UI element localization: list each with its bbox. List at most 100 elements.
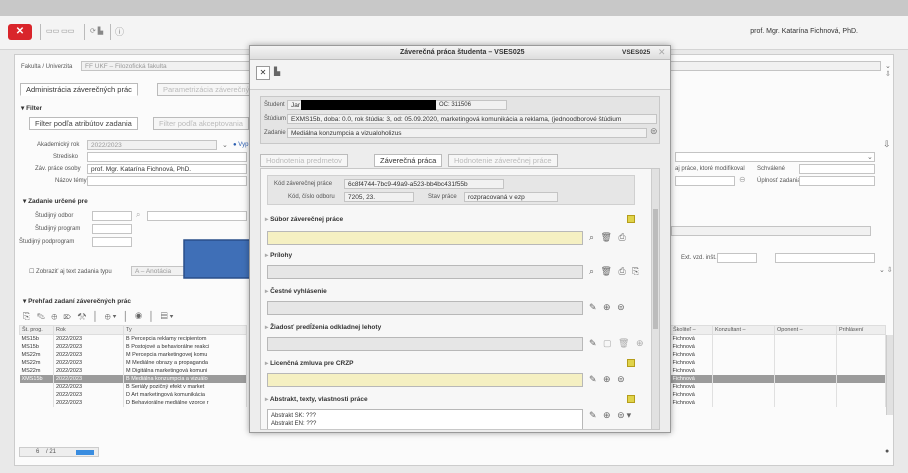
ext-name-input[interactable] [775, 253, 875, 263]
abstract-field[interactable]: Abstrakt SK: ??? Abstrakt EN: ??? [267, 409, 583, 429]
cell-type: M [126, 359, 131, 366]
table-row-selected[interactable]: Fichnová [670, 374, 886, 383]
table-row[interactable]: Fichnová [670, 366, 886, 375]
close-icon[interactable]: ✕ [658, 47, 666, 58]
attachments-field[interactable] [267, 265, 583, 279]
column-header[interactable]: Rok [53, 325, 124, 335]
declaration-actions[interactable]: ✎ ⊕ ⊜ [589, 302, 627, 313]
completeness-select[interactable] [799, 176, 875, 186]
clear-icon[interactable]: ⊖ [739, 175, 746, 184]
license-field[interactable] [267, 373, 583, 387]
subprogram-input[interactable] [92, 237, 132, 247]
table-row-selected[interactable]: XMS15b 2022/2023 B Mediálna konzumpcia a v… [19, 374, 247, 383]
chart-icon[interactable]: ▙ [274, 67, 280, 76]
extension-actions[interactable]: ✎ ▢ 🗑 ⊕ [589, 338, 646, 349]
chevron-down-icon[interactable]: ⌄ ⇩ [879, 266, 893, 274]
column-header[interactable]: Prihlásení [836, 325, 886, 335]
field-input[interactable] [92, 211, 132, 221]
program-input[interactable] [92, 224, 132, 234]
declaration-field[interactable] [267, 301, 583, 315]
chevron-down-icon[interactable]: ⌄ [222, 141, 228, 149]
download-icon[interactable]: ⇩ [883, 139, 891, 150]
file-actions[interactable]: ⌕ 🗑 ⎙ [589, 232, 628, 243]
dialog-scrollbar[interactable] [651, 169, 659, 429]
right-select[interactable] [675, 152, 875, 162]
table-row[interactable]: 2022/2023 D Art marketingová komunikácia [19, 390, 247, 399]
cell: Fichnová [670, 382, 713, 391]
column-header[interactable]: Konzultant – [712, 325, 775, 335]
cell-title: Percepcia marketingovej komu [132, 351, 208, 358]
cell: 2022/2023 [53, 334, 124, 343]
table-row[interactable]: Fichnová [670, 350, 886, 359]
extension-field[interactable] [267, 337, 583, 351]
close-button[interactable]: ✕ [8, 24, 32, 40]
table-scrollbar[interactable] [886, 335, 893, 415]
student-info: Študent Jar OC: 311506 Štúdium EXMS15b, … [260, 96, 660, 144]
table-row[interactable]: MS15b 2022/2023 B Postojové a behaviorálne… [19, 342, 247, 351]
cell: MS22m [19, 358, 54, 367]
tab-administration[interactable]: Administrácia záverečných prác [20, 83, 138, 96]
assignment-input[interactable]: Mediálna konzumpcia a vizualoholizus [287, 128, 647, 138]
globe-icon[interactable]: ⊜ [650, 126, 658, 137]
close-button[interactable]: ✕ [256, 66, 270, 80]
refresh-icon[interactable]: ⟳ ▙ [90, 25, 103, 39]
study-input[interactable]: EXMS15b, doba: 0.0, rok štúdia: 3, od: 0… [287, 114, 657, 124]
thesis-file-field[interactable] [267, 231, 583, 245]
column-header[interactable]: Oponent – [774, 325, 837, 335]
tab-filter-acceptance[interactable]: Filter podľa akceptovania [153, 117, 249, 130]
author-input[interactable]: prof. Mgr. Katarína Fichnová, PhD. [87, 164, 247, 174]
radio-option[interactable]: ● Vyp [233, 142, 248, 148]
keyboard-icon[interactable]: ▭▭ ▭▭ [46, 25, 74, 39]
search-icon[interactable]: ⌕ [136, 210, 140, 220]
right-field-input[interactable] [671, 226, 871, 236]
column-header[interactable]: Št. prog. [19, 325, 54, 335]
column-header[interactable]: Ty [123, 325, 247, 335]
table-row[interactable]: Fichnová [670, 358, 886, 367]
tab-filter-attributes[interactable]: Filter podľa atribútov zadania [29, 117, 138, 130]
scrollbar-thumb[interactable] [653, 209, 658, 329]
table-row[interactable]: 2022/2023 D Behaviorálne mediálne vzorce … [19, 398, 247, 407]
topic-input[interactable] [87, 176, 247, 186]
pager-current[interactable]: 6 [36, 449, 39, 455]
field-code-input[interactable]: 7205, 23. [344, 192, 414, 202]
cell: 2022/2023 [53, 374, 124, 383]
attachment-actions[interactable]: ⌕ 🗑 ⎙ ⎘ [589, 266, 641, 277]
table-row[interactable]: Fichnová [670, 390, 886, 399]
field-name-input[interactable] [147, 211, 247, 221]
year-select[interactable]: 2022/2023 [87, 140, 217, 150]
license-actions[interactable]: ✎ ⊕ ⊜ [589, 374, 627, 385]
table-row[interactable]: Fichnová [670, 334, 886, 343]
dialog-title-bar[interactable]: Záverečná práca študenta – VSES025 VSES0… [250, 46, 670, 60]
resize-handle-icon[interactable]: ● [885, 448, 889, 455]
tab-thesis[interactable]: Záverečná práca [374, 154, 443, 167]
tab-subject-evaluations[interactable]: Hodnotenia predmetov [260, 154, 348, 167]
table-row[interactable]: MS22m 2022/2023 M Mediálne obrazy a propag… [19, 358, 247, 367]
table-row[interactable]: Fichnová [670, 398, 886, 407]
table-row[interactable]: MS15b 2022/2023 B Percepcia reklamy recipi… [19, 334, 247, 343]
approved-select[interactable] [799, 164, 875, 174]
ext-input[interactable] [717, 253, 757, 263]
cell: 2022/2023 [53, 398, 124, 407]
table-row[interactable]: MS22m 2022/2023 M Digitálna marketingová k… [19, 366, 247, 375]
info-icon[interactable]: ⓘ [115, 25, 124, 39]
center-input[interactable] [87, 152, 247, 162]
chevron-down-icon[interactable]: ⌄ ⇩ [885, 62, 893, 78]
show-text-checkbox[interactable]: ☐ Zobraziť aj text zadania typu [29, 268, 112, 275]
chevron-down-icon[interactable]: ⌄ [867, 153, 873, 161]
table-row[interactable]: MS22m 2022/2023 M Percepcia marketingovej … [19, 350, 247, 359]
cell: D Behaviorálne mediálne vzorce r [123, 398, 247, 407]
table-row[interactable]: 2022/2023 B Seriály pozičný efekt v marke… [19, 382, 247, 391]
right-input[interactable] [675, 176, 735, 186]
table-row[interactable]: Fichnová [670, 342, 886, 351]
table-row[interactable]: Fichnová [670, 382, 886, 391]
abstract-actions[interactable]: ✎ ⊕ ⊜▾ [589, 410, 633, 421]
study-label: Štúdium [264, 116, 287, 122]
state-input[interactable]: rozpracovaná v ezp [464, 192, 558, 202]
thesis-code-input[interactable]: 6c8f4744-7bc9-49a9-a523-bb4bc431f55b [344, 179, 504, 189]
cell [19, 382, 54, 391]
grid-toolbar-icons[interactable]: ⎘ ✎ ⊕ ⌦ ⚒ │ ⊕▾ │ ◉ │ ▤▾ [23, 311, 175, 322]
tab-thesis-evaluation[interactable]: Hodnotenie záverečnej práce [448, 154, 558, 167]
column-header[interactable]: Školiteľ – [670, 325, 713, 335]
pager[interactable]: 6 / 21 [19, 447, 99, 457]
program-label: Študijný program [35, 226, 81, 232]
